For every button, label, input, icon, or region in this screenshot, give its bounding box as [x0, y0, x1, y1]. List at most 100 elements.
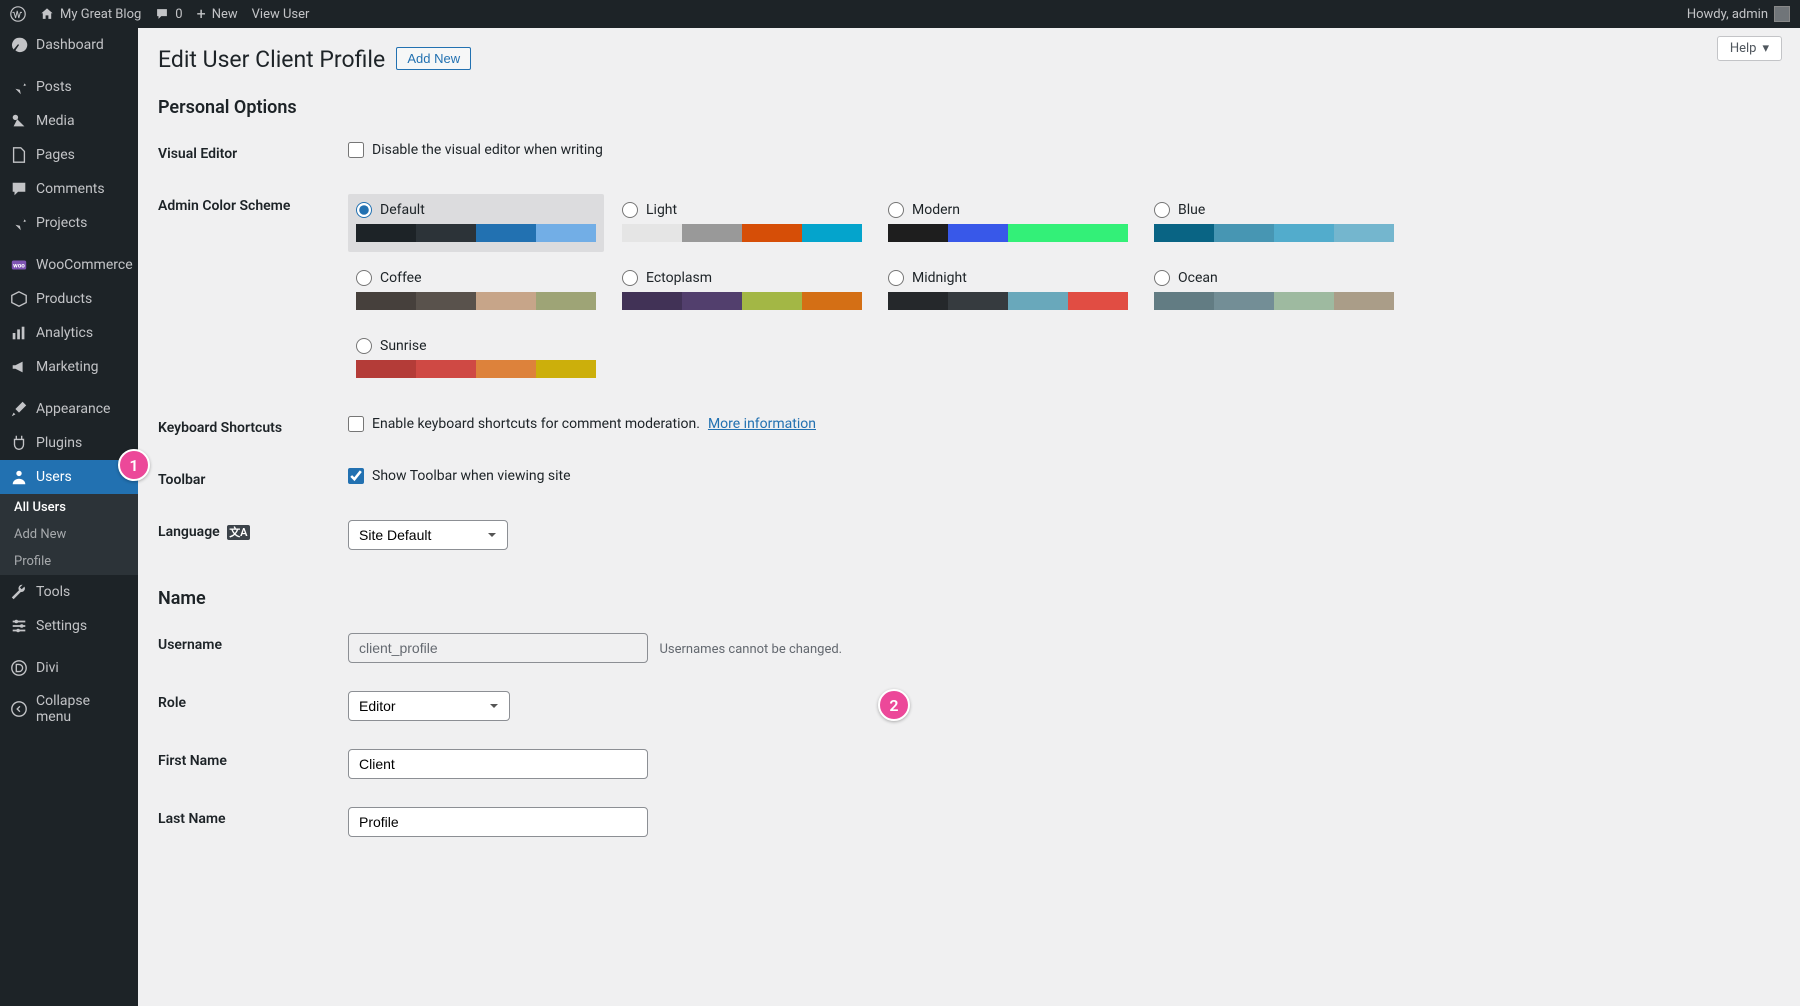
label-color-scheme: Admin Color Scheme — [158, 180, 348, 402]
chart-icon — [10, 324, 28, 342]
last-name-input[interactable] — [348, 807, 648, 837]
page-title: Edit User Client Profile — [158, 46, 385, 73]
new-link[interactable]: + New — [197, 6, 238, 22]
color-scheme-default[interactable]: Default — [348, 194, 604, 252]
color-scheme-radio[interactable] — [622, 202, 638, 218]
first-name-input[interactable] — [348, 749, 648, 779]
role-select[interactable]: Editor — [348, 691, 510, 721]
color-swatches — [356, 292, 596, 310]
label-first-name: First Name — [158, 735, 348, 793]
color-scheme-midnight[interactable]: Midnight — [880, 262, 1136, 320]
wp-logo[interactable] — [10, 6, 26, 22]
color-scheme-label: Light — [646, 202, 677, 218]
sidebar-item-tools[interactable]: Tools — [0, 575, 138, 609]
dashboard-icon — [10, 36, 28, 54]
new-label: New — [212, 7, 238, 22]
section-personal-options: Personal Options — [158, 97, 1780, 118]
comment-icon — [10, 180, 28, 198]
color-scheme-radio[interactable] — [356, 270, 372, 286]
sidebar-item-posts[interactable]: Posts — [0, 70, 138, 104]
sliders-icon — [10, 617, 28, 635]
sidebar-item-comments[interactable]: Comments — [0, 172, 138, 206]
sidebar-item-products[interactable]: Products — [0, 282, 138, 316]
keyboard-checkbox[interactable] — [348, 416, 364, 432]
color-scheme-radio[interactable] — [888, 270, 904, 286]
color-scheme-label: Midnight — [912, 270, 967, 286]
submenu-profile[interactable]: Profile — [0, 548, 138, 575]
users-submenu: All Users Add New Profile — [0, 494, 138, 575]
divi-icon — [10, 659, 28, 677]
brush-icon — [10, 400, 28, 418]
color-scheme-label: Modern — [912, 202, 960, 218]
translate-icon: 文A — [227, 525, 249, 540]
label-toolbar: Toolbar — [158, 454, 348, 506]
sidebar-item-settings[interactable]: Settings — [0, 609, 138, 643]
color-swatches — [1154, 292, 1394, 310]
sidebar-item-media[interactable]: Media — [0, 104, 138, 138]
label-last-name: Last Name — [158, 793, 348, 851]
color-swatches — [888, 224, 1128, 242]
color-scheme-radio[interactable] — [356, 338, 372, 354]
sidebar-item-analytics[interactable]: Analytics — [0, 316, 138, 350]
language-select[interactable]: Site Default — [348, 520, 508, 550]
color-scheme-ocean[interactable]: Ocean — [1146, 262, 1402, 320]
username-input — [348, 633, 648, 663]
content-area: Help▾ Edit User Client Profile Add New P… — [138, 28, 1800, 1006]
pin-icon — [10, 78, 28, 96]
label-username: Username — [158, 619, 348, 677]
submenu-all-users[interactable]: All Users — [0, 494, 138, 521]
color-scheme-radio[interactable] — [1154, 270, 1170, 286]
help-tab[interactable]: Help▾ — [1717, 36, 1782, 61]
add-new-button[interactable]: Add New — [396, 47, 471, 70]
user-icon — [10, 468, 28, 486]
color-scheme-radio[interactable] — [888, 202, 904, 218]
toolbar-checkbox-row[interactable]: Show Toolbar when viewing site — [348, 468, 1770, 484]
toolbar-checkbox[interactable] — [348, 468, 364, 484]
sidebar-item-appearance[interactable]: Appearance — [0, 392, 138, 426]
username-hint: Usernames cannot be changed. — [659, 642, 842, 657]
svg-text:woo: woo — [13, 262, 25, 270]
megaphone-icon — [10, 358, 28, 376]
color-scheme-coffee[interactable]: Coffee — [348, 262, 604, 320]
visual-editor-checkbox[interactable] — [348, 142, 364, 158]
color-scheme-label: Blue — [1178, 202, 1205, 218]
sidebar-item-woocommerce[interactable]: wooWooCommerce — [0, 248, 138, 282]
sidebar-item-pages[interactable]: Pages — [0, 138, 138, 172]
sidebar-item-dashboard[interactable]: Dashboard — [0, 28, 138, 62]
sidebar-collapse[interactable]: Collapse menu — [0, 685, 138, 733]
site-name: My Great Blog — [60, 7, 141, 22]
color-scheme-radio[interactable] — [1154, 202, 1170, 218]
label-role: Role — [158, 677, 348, 735]
wrench-icon — [10, 583, 28, 601]
submenu-add-new[interactable]: Add New — [0, 521, 138, 548]
color-scheme-radio[interactable] — [356, 202, 372, 218]
sidebar-item-plugins[interactable]: Plugins — [0, 426, 138, 460]
howdy-link[interactable]: Howdy, admin — [1687, 6, 1790, 22]
view-user-link[interactable]: View User — [252, 7, 310, 22]
color-scheme-grid: Default Light Modern Blue Coffee Ectoplasm Mid… — [348, 194, 1770, 388]
chevron-down-icon: ▾ — [1762, 41, 1769, 56]
color-scheme-light[interactable]: Light — [614, 194, 870, 252]
color-scheme-blue[interactable]: Blue — [1146, 194, 1402, 252]
color-scheme-label: Coffee — [380, 270, 422, 286]
color-scheme-ectoplasm[interactable]: Ectoplasm — [614, 262, 870, 320]
color-swatches — [356, 224, 596, 242]
sidebar-item-marketing[interactable]: Marketing — [0, 350, 138, 384]
color-scheme-sunrise[interactable]: Sunrise — [348, 330, 604, 388]
visual-editor-checkbox-row[interactable]: Disable the visual editor when writing — [348, 142, 1770, 158]
sidebar-item-projects[interactable]: Projects — [0, 206, 138, 240]
color-scheme-modern[interactable]: Modern — [880, 194, 1136, 252]
site-name-link[interactable]: My Great Blog — [40, 7, 141, 22]
color-swatches — [622, 292, 862, 310]
color-scheme-label: Ocean — [1178, 270, 1218, 286]
keyboard-more-info-link[interactable]: More information — [708, 416, 816, 432]
keyboard-checkbox-row[interactable]: Enable keyboard shortcuts for comment mo… — [348, 416, 1770, 432]
color-swatches — [356, 360, 596, 378]
color-scheme-label: Sunrise — [380, 338, 427, 354]
color-scheme-radio[interactable] — [622, 270, 638, 286]
comments-link[interactable]: 0 — [155, 7, 182, 22]
sidebar-item-divi[interactable]: Divi — [0, 651, 138, 685]
howdy-text: Howdy, admin — [1687, 7, 1768, 22]
collapse-icon — [10, 700, 28, 718]
page-icon — [10, 146, 28, 164]
